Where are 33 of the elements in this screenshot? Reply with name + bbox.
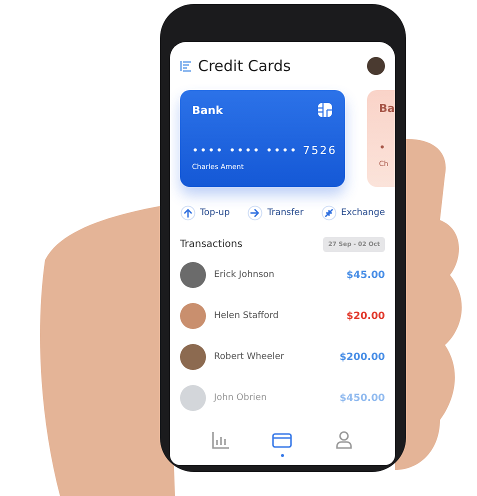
avatar <box>180 344 206 370</box>
contact-name: Erick Johnson <box>214 270 276 280</box>
card-icon <box>272 433 292 448</box>
card-number: •••• •••• •••• 7526 <box>192 144 333 157</box>
transaction-row[interactable]: Erick Johnson $45.00 <box>180 262 385 288</box>
bank-name: Ba <box>379 102 395 115</box>
contact-name: John Obrien <box>214 393 268 403</box>
amount: $45.00 <box>346 270 385 280</box>
contact-name: Helen Stafford <box>214 311 280 321</box>
action-icon <box>321 205 337 221</box>
action-button[interactable]: Exchange <box>321 205 385 221</box>
action-icon <box>247 205 264 221</box>
amount: $450.00 <box>339 392 385 404</box>
transaction-row[interactable]: Robert Wheeler $200.00 <box>180 344 385 370</box>
avatar <box>180 262 206 288</box>
action-button[interactable]: Top-up <box>180 205 230 221</box>
bar-chart-icon <box>212 431 230 449</box>
page-title: Credit Cards <box>198 57 292 75</box>
transaction-row[interactable]: Helen Stafford $20.00 <box>180 303 385 329</box>
contact-name: Robert Wheeler <box>214 352 286 362</box>
menu-icon[interactable] <box>180 60 192 72</box>
avatar <box>180 385 206 411</box>
profile-avatar[interactable] <box>367 57 385 75</box>
user-icon <box>336 431 352 449</box>
card-number: • <box>379 141 388 154</box>
bank-name: Bank <box>192 104 223 116</box>
action-icon <box>180 205 196 221</box>
chip-icon <box>317 102 333 118</box>
amount: $200.00 <box>339 352 385 362</box>
section-title: Transactions <box>180 239 242 250</box>
avatar <box>180 303 206 329</box>
amount: $20.00 <box>346 310 385 322</box>
action-button[interactable]: Transfer <box>247 205 304 221</box>
